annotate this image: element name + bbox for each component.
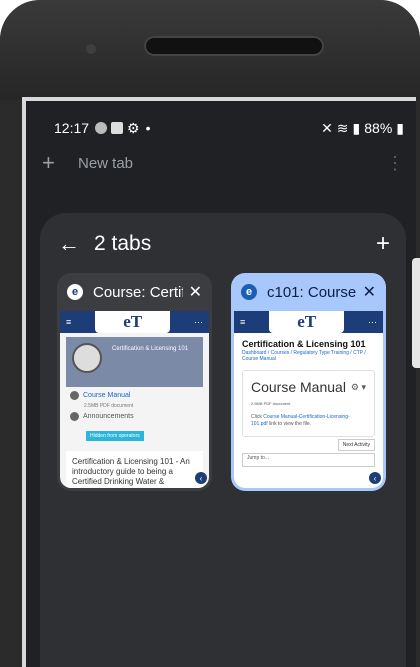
- course-banner: Certification & Licensing 101: [66, 337, 203, 387]
- announcements-label: Announcements: [83, 413, 134, 420]
- close-tab-icon[interactable]: ✕: [189, 282, 202, 302]
- tab-switcher-header: ← 2 tabs +: [58, 229, 390, 259]
- forum-icon: [70, 412, 79, 421]
- course-manual-meta: 2.5MB PDF document: [84, 403, 134, 409]
- click-text-pre: Click: [251, 414, 262, 420]
- close-tab-icon[interactable]: ✕: [363, 282, 376, 302]
- thumb-drawer-icon: ‹: [195, 472, 207, 484]
- tab-count-title: 2 tabs: [94, 232, 152, 255]
- new-tab-plus-icon[interactable]: +: [42, 150, 64, 176]
- announcements-item: Announcements: [70, 412, 199, 421]
- tab-card-course-manual[interactable]: e c101: Course Manual ✕ ≡ eT ⋯ Certifica…: [231, 273, 386, 491]
- settings-notification-icon: ⚙: [127, 119, 140, 136]
- tab-switcher-panel: ← 2 tabs + e Course: Certification & Lic…: [40, 213, 406, 667]
- phone-bezel: [0, 0, 420, 100]
- thumb-drawer-icon: ‹: [369, 472, 381, 484]
- course-manual-instruction: Click Course Manual-Certification-Licens…: [251, 414, 366, 428]
- hidden-badge: Hidden from operators: [86, 431, 144, 441]
- course-manual-link: Course Manual: [83, 392, 131, 399]
- course-manual-title: Course Manual: [251, 379, 346, 395]
- thumb-header-bar: ≡ eT ⋯: [60, 311, 209, 333]
- tab-title: c101: Course Manual: [267, 283, 357, 301]
- site-favicon-icon: e: [67, 284, 83, 300]
- tab-thumbnail: ≡ eT ⋯ Certification & Licensing 101 Cou…: [60, 311, 209, 488]
- wifi-icon: ≋: [336, 119, 349, 136]
- mute-icon: ✕: [321, 119, 333, 136]
- site-favicon-icon: e: [241, 284, 257, 300]
- top-toolbar: + New tab ⋮: [42, 149, 404, 177]
- more-notifications-dot-icon: •: [145, 120, 151, 136]
- pdf-icon: [70, 391, 79, 400]
- earpiece-speaker: [144, 36, 324, 56]
- tab-card-header: e Course: Certification & Licensing 101 …: [57, 273, 212, 311]
- thumb-menu-icon: ≡: [66, 317, 72, 327]
- tab-thumbnail: ≡ eT ⋯ Certification & Licensing 101 Das…: [234, 311, 383, 488]
- notification-icon: [95, 122, 108, 134]
- jump-to-select: Jump to...: [242, 453, 375, 467]
- signal-icon: ▮: [352, 119, 361, 136]
- gear-icon: ⚙ ▾: [350, 381, 366, 392]
- next-activity-button: Next Activity: [337, 439, 375, 451]
- photo-notification-icon: [111, 122, 124, 134]
- page-heading: Certification & Licensing 101: [242, 339, 366, 349]
- status-right: ✕ ≋ ▮ 88% ▮: [321, 120, 404, 137]
- front-camera: [86, 44, 96, 54]
- course-manual-meta: 2.5MB PDF document: [251, 401, 291, 406]
- course-description: Certification & Licensing 101 - An intro…: [66, 451, 203, 488]
- tab-card-course[interactable]: e Course: Certification & Licensing 101 …: [57, 273, 212, 491]
- thumb-more-icon: ⋯: [194, 316, 203, 327]
- course-seal-image: [72, 343, 102, 373]
- banner-title: Certification & Licensing 101: [112, 346, 189, 352]
- course-manual-item: Course Manual: [70, 391, 199, 400]
- tab-title: Course: Certification & Licensing 101: [93, 283, 183, 301]
- thumb-logo: eT: [269, 311, 344, 333]
- course-description-text: Certification & Licensing 101 - An intro…: [72, 457, 190, 488]
- screen: 12:17 ⚙ • ✕ ≋ ▮ 88% ▮ + New tab ⋮ ← 2 ta…: [22, 97, 416, 667]
- course-manual-box: Course Manual ⚙ ▾ 2.5MB PDF document Cli…: [242, 370, 375, 437]
- side-handle: [412, 258, 420, 368]
- battery-percent: 88%: [364, 120, 393, 136]
- click-text-post: link to view the file.: [269, 421, 312, 427]
- thumb-header-bar: ≡ eT ⋯: [234, 311, 383, 333]
- status-bar: 12:17 ⚙ • ✕ ≋ ▮ 88% ▮: [54, 117, 404, 139]
- thumb-menu-icon: ≡: [240, 317, 246, 327]
- breadcrumb: Dashboard / Courses / Regulatory Type Tr…: [242, 350, 366, 362]
- tab-card-header: e c101: Course Manual ✕: [231, 273, 386, 311]
- thumb-logo: eT: [95, 311, 170, 333]
- course-manual-header: Course Manual ⚙ ▾: [251, 379, 366, 395]
- back-arrow-icon[interactable]: ←: [58, 231, 80, 257]
- thumb-more-icon: ⋯: [368, 316, 377, 327]
- add-tab-icon[interactable]: +: [376, 230, 390, 258]
- phone-frame: 12:17 ⚙ • ✕ ≋ ▮ 88% ▮ + New tab ⋮ ← 2 ta…: [0, 0, 420, 667]
- status-time: 12:17: [54, 120, 90, 136]
- new-tab-button[interactable]: New tab: [78, 155, 133, 172]
- overflow-menu-icon[interactable]: ⋮: [386, 153, 404, 174]
- battery-icon: ▮: [396, 119, 404, 136]
